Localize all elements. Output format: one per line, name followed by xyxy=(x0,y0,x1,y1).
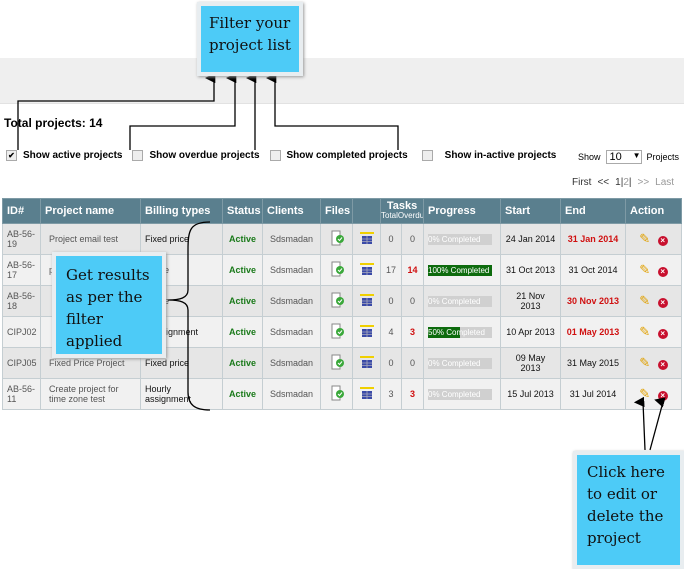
filter-callout: Filter your project list xyxy=(197,2,303,76)
results-callout: Get results as per the filter applied xyxy=(52,252,166,358)
action-callout: Click here to edit or delete the project xyxy=(573,451,684,569)
